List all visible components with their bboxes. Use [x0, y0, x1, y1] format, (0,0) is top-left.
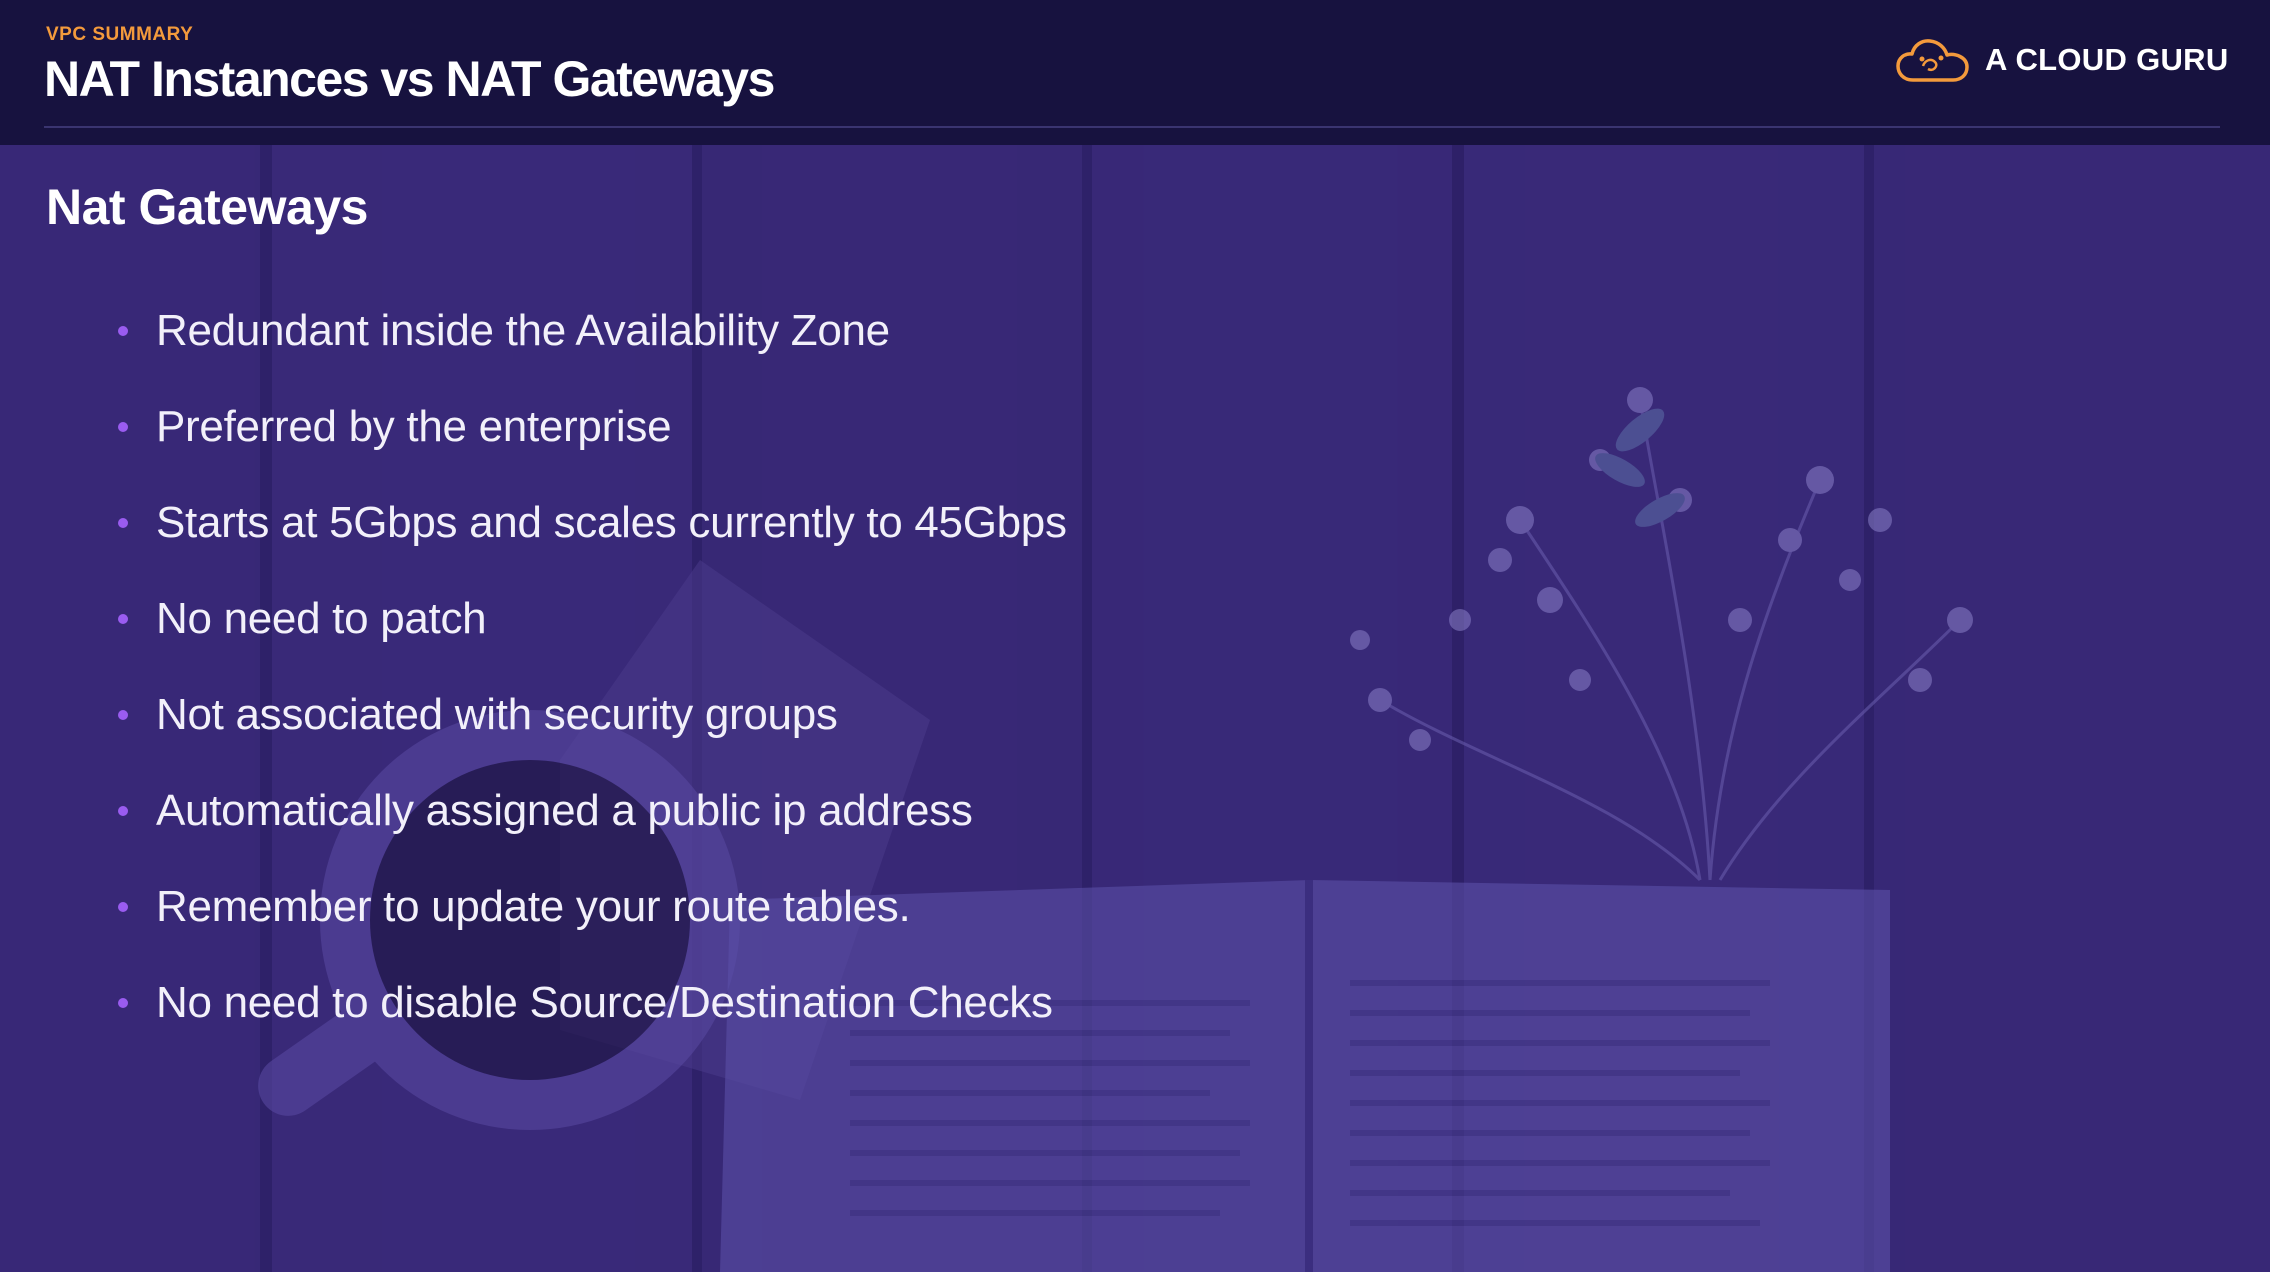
bullet-dot-icon [118, 806, 128, 816]
brand-name: A CLOUD GURU [1985, 42, 2229, 77]
list-item: Starts at 5Gbps and scales currently to … [118, 475, 1067, 571]
bullet-text: No need to patch [156, 594, 487, 643]
bullet-dot-icon [118, 326, 128, 336]
bullet-dot-icon [118, 422, 128, 432]
list-item: Remember to update your route tables. [118, 859, 1067, 955]
bullet-dot-icon [118, 518, 128, 528]
bullet-list: Redundant inside the Availability Zone P… [118, 283, 1067, 1051]
header-divider [44, 126, 2220, 128]
list-item: Not associated with security groups [118, 667, 1067, 763]
bullet-text: Preferred by the enterprise [156, 402, 672, 451]
page-title: NAT Instances vs NAT Gateways [44, 51, 775, 107]
list-item: Preferred by the enterprise [118, 379, 1067, 475]
bullet-dot-icon [118, 614, 128, 624]
bullet-dot-icon [118, 902, 128, 912]
brand-logo: A CLOUD GURU [1895, 36, 2229, 84]
bullet-text: Remember to update your route tables. [156, 882, 911, 931]
bullet-text: Automatically assigned a public ip addre… [156, 786, 973, 835]
bullet-text: No need to disable Source/Destination Ch… [156, 978, 1053, 1027]
list-item: No need to patch [118, 571, 1067, 667]
bullet-text: Not associated with security groups [156, 690, 838, 739]
list-item: Redundant inside the Availability Zone [118, 283, 1067, 379]
slide: VPC SUMMARY NAT Instances vs NAT Gateway… [0, 0, 2270, 1272]
bullet-text: Starts at 5Gbps and scales currently to … [156, 498, 1067, 547]
bullet-text: Redundant inside the Availability Zone [156, 306, 890, 355]
section-eyebrow: VPC SUMMARY [46, 24, 194, 45]
list-item: Automatically assigned a public ip addre… [118, 763, 1067, 859]
cloud-icon [1896, 39, 1969, 82]
bullet-dot-icon [118, 998, 128, 1008]
section-heading: Nat Gateways [46, 179, 368, 235]
bullet-dot-icon [118, 710, 128, 720]
list-item: No need to disable Source/Destination Ch… [118, 955, 1067, 1051]
